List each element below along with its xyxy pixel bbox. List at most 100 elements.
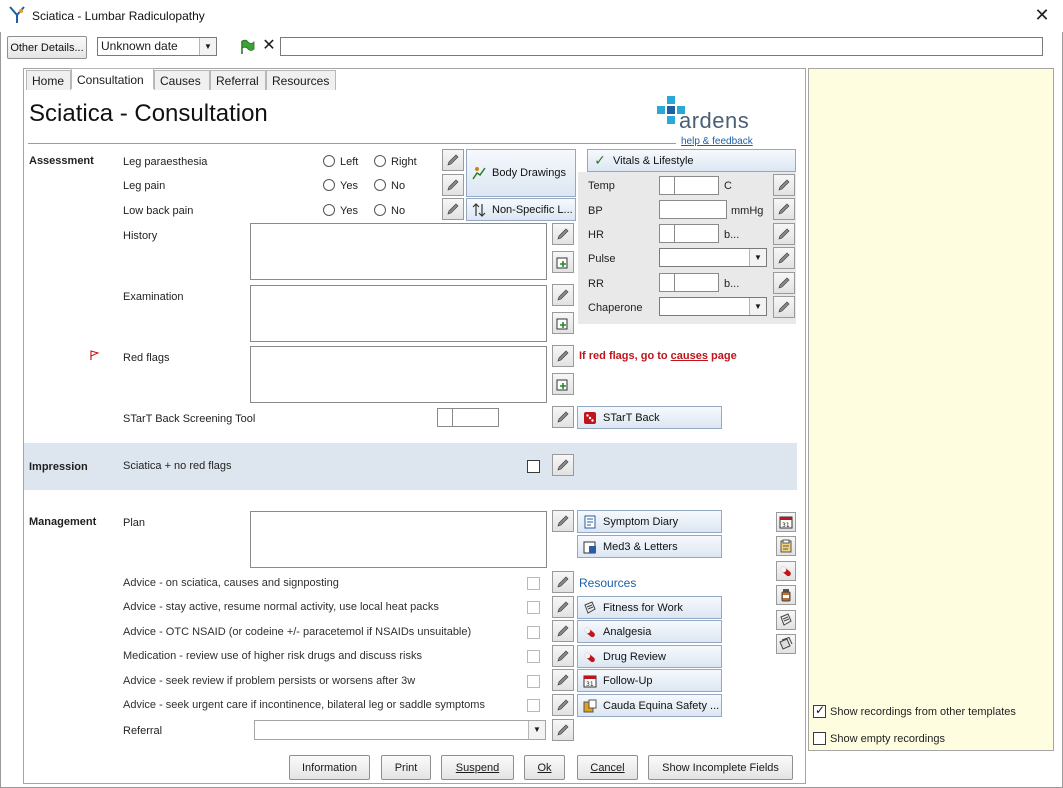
edit-pencil-icon[interactable] — [773, 296, 795, 318]
edit-pencil-icon[interactable] — [773, 223, 795, 245]
comment-input[interactable] — [280, 37, 1043, 56]
add-entry-icon[interactable] — [552, 251, 574, 273]
examination-textarea[interactable] — [250, 285, 547, 342]
edit-pencil-icon[interactable] — [552, 510, 574, 532]
chevron-down-icon[interactable]: ▼ — [749, 249, 766, 266]
follow-up-button[interactable]: 31 Follow-Up — [577, 669, 722, 692]
start-back-score-input[interactable] — [437, 408, 499, 427]
tab-home[interactable]: Home — [26, 70, 71, 90]
low-back-pain-no-radio[interactable] — [374, 204, 386, 216]
temp-input[interactable] — [659, 176, 719, 195]
calendar-icon[interactable]: 31 — [776, 512, 796, 532]
analgesia-label: Analgesia — [603, 625, 652, 638]
tab-causes[interactable]: Causes — [154, 70, 210, 90]
advice-checkbox[interactable] — [527, 601, 540, 614]
rr-input[interactable] — [659, 273, 719, 292]
edit-pencil-icon[interactable] — [552, 669, 574, 691]
med3-letters-button[interactable]: Med3 & Letters — [577, 535, 722, 558]
leg-paraesthesia-left-label: Left — [340, 156, 359, 168]
print-button[interactable]: Print — [381, 755, 431, 780]
close-icon[interactable]: ✕ — [1030, 4, 1054, 28]
edit-pencil-icon[interactable] — [773, 174, 795, 196]
examination-label: Examination — [123, 291, 184, 303]
edit-pencil-icon[interactable] — [552, 719, 574, 741]
bp-input[interactable] — [659, 200, 727, 219]
pulse-select[interactable]: ▼ — [659, 248, 767, 267]
edit-pencil-icon[interactable] — [552, 284, 574, 306]
edit-pencil-icon[interactable] — [552, 223, 574, 245]
red-flags-textarea[interactable] — [250, 346, 547, 403]
help-feedback-link[interactable]: help & feedback — [681, 136, 753, 147]
edit-pencil-icon[interactable] — [552, 454, 574, 476]
sciatica-no-red-flags-checkbox[interactable] — [527, 460, 540, 473]
show-other-templates-checkbox[interactable] — [813, 703, 826, 718]
add-entry-icon[interactable] — [552, 373, 574, 395]
chevron-down-icon[interactable]: ▼ — [528, 721, 545, 739]
symptom-diary-button[interactable]: Symptom Diary — [577, 510, 722, 533]
add-entry-icon[interactable] — [552, 312, 574, 334]
start-back-button[interactable]: STarT Back — [577, 406, 722, 429]
causes-link[interactable]: causes — [671, 350, 708, 362]
edit-pencil-icon[interactable] — [773, 272, 795, 294]
date-value: Unknown date — [101, 39, 178, 53]
edit-pencil-icon[interactable] — [552, 345, 574, 367]
clear-icon[interactable]: ✕ — [259, 36, 279, 56]
history-textarea[interactable] — [250, 223, 547, 280]
cancel-button[interactable]: Cancel — [577, 755, 638, 780]
leg-pain-yes-radio[interactable] — [323, 179, 335, 191]
show-empty-recordings-checkbox[interactable] — [813, 732, 826, 745]
edit-pencil-icon[interactable] — [773, 198, 795, 220]
edit-pencil-icon[interactable] — [552, 596, 574, 618]
plan-textarea[interactable] — [250, 511, 547, 568]
referral-select[interactable]: ▼ — [254, 720, 546, 740]
edit-pencil-icon[interactable] — [552, 694, 574, 716]
analgesia-button[interactable]: Analgesia — [577, 620, 722, 643]
fitness-for-work-button[interactable]: Fitness for Work — [577, 596, 722, 619]
clipboard-icon[interactable] — [776, 536, 796, 556]
chevron-down-icon[interactable]: ▼ — [199, 38, 216, 55]
leg-paraesthesia-right-radio[interactable] — [374, 155, 386, 167]
other-details-button[interactable]: Other Details... — [7, 36, 87, 59]
suspend-button[interactable]: Suspend — [441, 755, 514, 780]
letter-icon — [582, 539, 598, 555]
tab-resources[interactable]: Resources — [266, 70, 336, 90]
low-back-pain-yes-radio[interactable] — [323, 204, 335, 216]
arrows-icon — [471, 202, 487, 218]
documents-icon[interactable] — [776, 634, 796, 654]
red-flags-note: If red flags, go to causes page — [579, 350, 737, 362]
cauda-equina-button[interactable]: Cauda Equina Safety ... — [577, 694, 722, 717]
tab-consultation[interactable]: Consultation — [71, 68, 154, 89]
edit-pencil-icon[interactable] — [552, 620, 574, 642]
chaperone-select[interactable]: ▼ — [659, 297, 767, 316]
edit-pencil-icon[interactable] — [552, 571, 574, 593]
date-select[interactable]: Unknown date ▼ — [97, 37, 217, 56]
non-specific-button[interactable]: Non-Specific L... — [466, 198, 576, 221]
medicine-bottle-icon[interactable] — [776, 585, 796, 605]
ok-button[interactable]: Ok — [524, 755, 565, 780]
drug-review-button[interactable]: Drug Review — [577, 645, 722, 668]
show-incomplete-fields-button[interactable]: Show Incomplete Fields — [648, 755, 793, 780]
information-button[interactable]: Information — [289, 755, 370, 780]
advice-checkbox[interactable] — [527, 626, 540, 639]
edit-pencil-icon[interactable] — [552, 406, 574, 428]
tab-referral[interactable]: Referral — [210, 70, 266, 90]
edit-pencil-icon[interactable] — [442, 149, 464, 171]
pill-icon[interactable] — [776, 561, 796, 581]
edit-pencil-icon[interactable] — [552, 645, 574, 667]
body-drawings-button[interactable]: Body Drawings — [466, 149, 576, 197]
hr-input[interactable] — [659, 224, 719, 243]
leaflet-icon[interactable] — [776, 610, 796, 630]
edit-pencil-icon[interactable] — [773, 247, 795, 269]
chevron-down-icon[interactable]: ▼ — [749, 298, 766, 315]
vitals-lifestyle-button[interactable]: ✓ Vitals & Lifestyle — [587, 149, 796, 172]
flag-icon[interactable] — [237, 37, 257, 56]
edit-pencil-icon[interactable] — [442, 198, 464, 220]
advice-checkbox[interactable] — [527, 675, 540, 688]
advice-item-label: Advice - OTC NSAID (or codeine +/- parac… — [123, 626, 472, 638]
advice-checkbox[interactable] — [527, 650, 540, 663]
leg-pain-no-radio[interactable] — [374, 179, 386, 191]
edit-pencil-icon[interactable] — [442, 174, 464, 196]
leg-paraesthesia-left-radio[interactable] — [323, 155, 335, 167]
advice-checkbox[interactable] — [527, 699, 540, 712]
advice-checkbox[interactable] — [527, 577, 540, 590]
